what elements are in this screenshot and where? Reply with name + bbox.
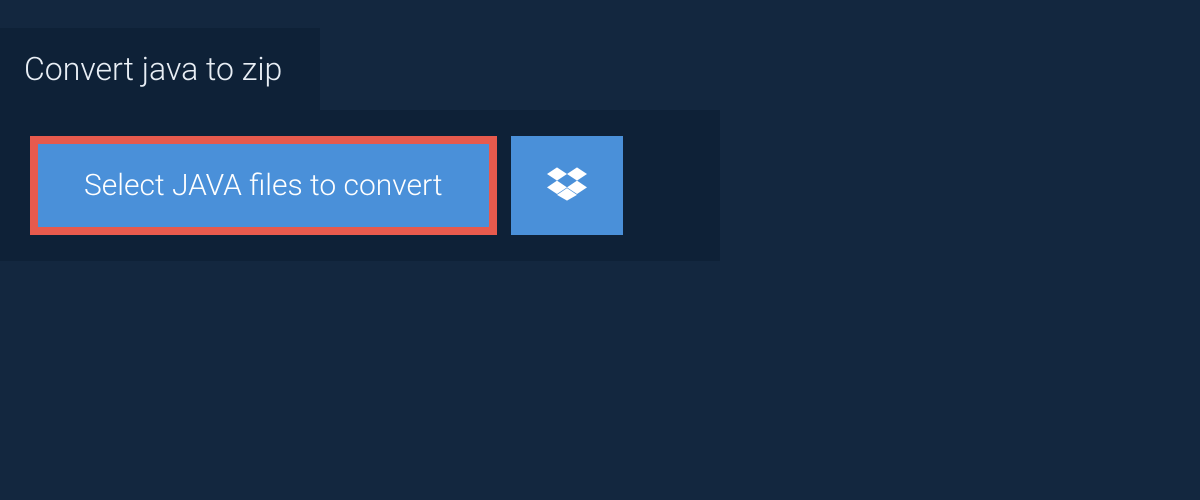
- tab-title: Convert java to zip: [24, 50, 282, 88]
- tab-convert-java-to-zip[interactable]: Convert java to zip: [0, 28, 320, 110]
- select-files-button[interactable]: Select JAVA files to convert: [30, 136, 497, 235]
- dropbox-button[interactable]: [511, 136, 623, 235]
- dropbox-icon: [547, 164, 587, 208]
- select-files-label: Select JAVA files to convert: [84, 168, 443, 203]
- upload-panel: Select JAVA files to convert: [0, 110, 720, 261]
